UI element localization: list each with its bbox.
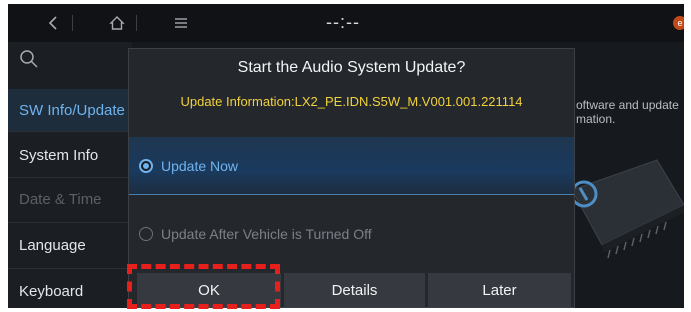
sidebar-divider: [8, 222, 132, 223]
topbar-divider: [136, 15, 137, 31]
search-button[interactable]: [18, 48, 42, 72]
top-bar: --:-- e: [8, 4, 684, 42]
sidebar-item-label: SW Info/Update: [19, 101, 125, 119]
ok-button-highlight: [127, 264, 280, 309]
sidebar-item-sw-info-update[interactable]: SW Info/Update: [8, 89, 132, 131]
menu-button[interactable]: [166, 4, 196, 42]
option-update-after-vehicle-off[interactable]: Update After Vehicle is Turned Off: [129, 212, 574, 256]
later-button[interactable]: Later: [428, 273, 571, 307]
sidebar-item-keyboard[interactable]: Keyboard: [8, 270, 132, 308]
chevron-left-icon: [48, 16, 57, 30]
sidebar-divider: [8, 268, 132, 269]
home-button[interactable]: [102, 4, 132, 42]
radio-unselected-icon[interactable]: [139, 227, 153, 241]
option-label: Update Now: [161, 158, 239, 174]
back-button[interactable]: [38, 4, 68, 42]
details-button[interactable]: Details: [284, 273, 425, 307]
sidebar-divider: [8, 131, 132, 132]
option-label: Update After Vehicle is Turned Off: [161, 226, 372, 242]
sidebar-item-language[interactable]: Language: [8, 224, 132, 266]
topbar-divider: [72, 15, 73, 31]
sidebar-item-label: System Info: [19, 146, 99, 164]
radio-selected-icon[interactable]: [139, 159, 153, 173]
sidebar-item-date-time: Date & Time: [8, 178, 132, 220]
sidebar-item-label: Date & Time: [19, 190, 102, 208]
option-update-now[interactable]: Update Now: [129, 137, 574, 195]
update-information: Update Information:LX2_PE.IDN.S5W_M.V001…: [180, 94, 523, 109]
head-unit-screen: --:-- e SW Info/Update System Info Date …: [8, 4, 684, 308]
home-icon: [109, 16, 125, 30]
sw-info-description: oftware and update mation.: [576, 98, 679, 126]
notification-icon[interactable]: e: [673, 16, 684, 30]
sidebar-item-label: Keyboard: [19, 282, 84, 300]
menu-icon: [175, 18, 187, 28]
search-icon: [20, 50, 38, 68]
clock: --:--: [326, 12, 360, 32]
sidebar-item-label: Language: [19, 236, 86, 254]
dialog-title: Start the Audio System Update?: [237, 59, 466, 76]
chip-illustration-icon: [570, 159, 684, 259]
settings-sidebar: SW Info/Update System Info Date & Time L…: [8, 42, 132, 308]
sidebar-item-system-info[interactable]: System Info: [8, 134, 132, 176]
